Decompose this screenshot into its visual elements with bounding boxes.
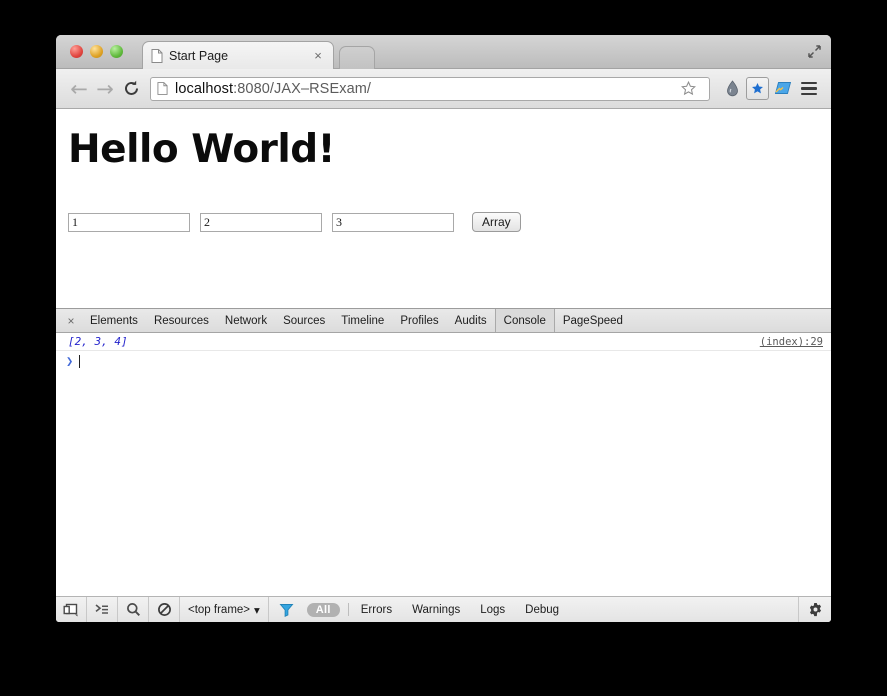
console-prompt-caret: ❯ — [66, 354, 73, 368]
clear-console-button[interactable] — [149, 597, 180, 622]
devtools-status-bar: <top frame> ▾ All Errors Warnings Logs D… — [56, 596, 831, 622]
blue-note-icon — [774, 80, 792, 97]
tab-elements[interactable]: Elements — [82, 309, 146, 332]
new-tab-button[interactable] — [339, 46, 375, 69]
tab-resources[interactable]: Resources — [146, 309, 217, 332]
tab-title: Start Page — [169, 49, 311, 63]
tab-audits[interactable]: Audits — [447, 309, 495, 332]
array-button[interactable]: Array — [472, 212, 521, 232]
frame-selector-label: <top frame> — [188, 604, 250, 616]
navigation-toolbar: ← → localhost:8080/JAX–RSExam/ — [56, 69, 831, 109]
devtools-close-icon[interactable]: × — [60, 309, 82, 332]
search-icon — [126, 602, 141, 617]
minimize-window-button[interactable] — [90, 45, 103, 58]
console-source-link[interactable]: (index):29 — [760, 336, 823, 348]
console-filters: All Errors Warnings Logs Debug — [269, 597, 569, 622]
filter-errors[interactable]: Errors — [351, 604, 402, 616]
filter-warnings[interactable]: Warnings — [402, 604, 470, 616]
gear-icon — [808, 602, 823, 617]
browser-menu-button[interactable] — [797, 76, 821, 102]
field-3[interactable] — [332, 213, 454, 232]
star-outline-icon — [681, 81, 696, 96]
tab-pagespeed[interactable]: PageSpeed — [555, 309, 631, 332]
dock-toggle-icon — [63, 602, 79, 617]
blue-star-extension-button[interactable] — [746, 77, 769, 100]
address-bar-url: localhost:8080/JAX–RSExam/ — [175, 81, 371, 97]
chevron-down-icon: ▾ — [254, 603, 260, 617]
tab-timeline[interactable]: Timeline — [333, 309, 392, 332]
console-prompt-icon — [94, 603, 110, 617]
divider — [348, 603, 349, 616]
filter-logs[interactable]: Logs — [470, 604, 515, 616]
address-bar[interactable]: localhost:8080/JAX–RSExam/ — [150, 77, 710, 101]
tab-profiles[interactable]: Profiles — [392, 309, 446, 332]
blue-note-extension-button[interactable] — [771, 76, 795, 102]
tab-strip: Start Page × — [56, 35, 831, 69]
page-title: Hello World! — [66, 127, 821, 172]
back-button[interactable]: ← — [66, 76, 92, 102]
window-controls — [70, 45, 123, 58]
field-1[interactable] — [68, 213, 190, 232]
page-content: Hello World! Array — [56, 109, 831, 308]
console-output[interactable]: [2, 3, 4] (index):29 ❯ — [56, 333, 831, 596]
browser-window: Start Page × ← → localhost:8080/JAX–R — [56, 35, 831, 622]
tab-close-icon[interactable]: × — [311, 49, 325, 63]
console-message-row: [2, 3, 4] (index):29 — [56, 333, 831, 351]
hamburger-menu-icon — [798, 82, 820, 96]
clear-console-icon — [157, 602, 172, 617]
close-window-button[interactable] — [70, 45, 83, 58]
settings-button[interactable] — [798, 597, 831, 622]
console-prompt-button[interactable] — [87, 597, 118, 622]
devtools-panel: × Elements Resources Network Sources Tim… — [56, 308, 831, 622]
page-icon — [151, 49, 163, 63]
search-button[interactable] — [118, 597, 149, 622]
zoom-window-button[interactable] — [110, 45, 123, 58]
text-cursor — [79, 355, 80, 368]
filter-all[interactable]: All — [307, 603, 340, 617]
console-prompt-row[interactable]: ❯ — [56, 351, 831, 370]
water-drop-extension-button[interactable] — [720, 76, 744, 102]
array-form: Array — [66, 212, 821, 232]
devtools-tab-bar: × Elements Resources Network Sources Tim… — [56, 309, 831, 333]
expand-arrows-icon — [807, 44, 822, 59]
page-icon — [157, 82, 168, 95]
status-bar-right — [798, 597, 831, 622]
url-path: :8080/JAX–RSExam/ — [233, 81, 371, 97]
field-2[interactable] — [200, 213, 322, 232]
reload-icon — [123, 80, 140, 97]
bookmark-button[interactable] — [677, 81, 699, 96]
reload-button[interactable] — [118, 76, 144, 102]
filter-button[interactable] — [273, 603, 301, 617]
blue-star-icon — [751, 82, 764, 95]
fullscreen-button[interactable] — [801, 39, 827, 64]
tab-console[interactable]: Console — [495, 309, 555, 332]
frame-selector[interactable]: <top frame> ▾ — [180, 597, 269, 622]
forward-button[interactable]: → — [92, 76, 118, 102]
tab-network[interactable]: Network — [217, 309, 275, 332]
filter-funnel-icon — [279, 603, 294, 617]
url-host: localhost — [175, 81, 233, 97]
filter-debug[interactable]: Debug — [515, 604, 569, 616]
browser-tab[interactable]: Start Page × — [142, 41, 334, 69]
console-message-text: [2, 3, 4] — [68, 335, 128, 348]
tab-sources[interactable]: Sources — [275, 309, 333, 332]
water-drop-icon — [726, 80, 739, 97]
dock-toggle-button[interactable] — [56, 597, 87, 622]
